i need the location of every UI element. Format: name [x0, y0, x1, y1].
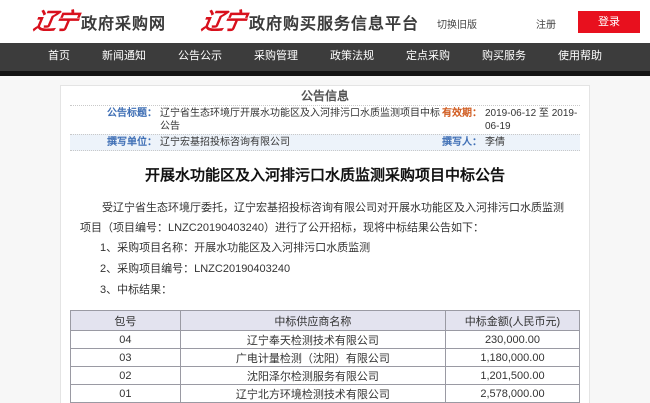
announcement-title-label: 公告标题： [107, 108, 157, 119]
liaoning-calligraphy-logo-icon: 辽宁 [31, 8, 79, 35]
table-row: 02 沈阳泽尔检测服务有限公司 1,201,500.00 [70, 366, 581, 385]
validity-label: 有效期： [442, 108, 482, 119]
package-number-cell: 04 [70, 330, 181, 349]
table-row: 01 辽宁北方环境检测技术有限公司 2,578,000.00 [70, 384, 581, 403]
main-nav: 首页 新闻通知 公告公示 采购管理 政策法规 定点采购 购买服务 使用帮助 [0, 43, 650, 76]
bid-amount-cell: 2,578,000.00 [444, 384, 581, 403]
nav-item-home[interactable]: 首页 [48, 47, 70, 63]
package-number-cell: 02 [70, 366, 181, 385]
liaoning-calligraphy-logo-icon: 辽宁 [199, 8, 247, 35]
site-logo-procurement[interactable]: 辽宁 政府采购网 [31, 8, 167, 35]
nav-item-purchase-services[interactable]: 购买服务 [482, 47, 526, 63]
supplier-name-cell: 辽宁北方环境检测技术有限公司 [179, 384, 446, 403]
info-row-title-validity: 公告标题： 辽宁省生态环境厅开展水功能区及入河排污口水质监测项目中标公告 有效期… [70, 105, 580, 134]
article-item-bid-result: 3、中标结果： [100, 284, 173, 296]
article-item-project-name: 1、采购项目名称：开展水功能区及入河排污口水质监测 [100, 242, 371, 254]
supplier-name-cell: 沈阳泽尔检测服务有限公司 [179, 366, 446, 385]
login-button[interactable]: 登录 [578, 11, 640, 33]
article-intro-paragraph: 受辽宁省生态环境厅委托，辽宁宏基招投标咨询有限公司对开展水功能区及入河排污口水质… [80, 202, 564, 234]
writer-label: 撰写人： [442, 137, 482, 148]
writer-value: 李倩 [485, 137, 505, 148]
nav-item-help[interactable]: 使用帮助 [558, 47, 602, 63]
package-number-cell: 03 [70, 348, 181, 367]
writing-unit-label: 撰写单位： [107, 137, 157, 148]
nav-item-designated-procurement[interactable]: 定点采购 [406, 47, 450, 63]
nav-item-policies[interactable]: 政策法规 [330, 47, 374, 63]
nav-item-news[interactable]: 新闻通知 [102, 47, 146, 63]
article-body: 受辽宁省生态环境厅委托，辽宁宏基招投标咨询有限公司对开展水功能区及入河排污口水质… [70, 198, 581, 403]
column-header-supplier: 中标供应商名称 [179, 310, 446, 331]
supplier-name-cell: 辽宁奉天检测技术有限公司 [179, 330, 446, 349]
register-link[interactable]: 注册 [536, 16, 556, 31]
nav-item-announcements[interactable]: 公告公示 [178, 47, 222, 63]
site-logo-text: 政府购买服务信息平台 [249, 15, 420, 33]
validity-value: 2019-06-12 至 2019-06-19 [485, 108, 578, 132]
announcement-title-value: 辽宁省生态环境厅开展水功能区及入河排污口水质监测项目中标公告 [160, 108, 440, 132]
package-number-cell: 01 [70, 384, 181, 403]
nav-item-procurement-mgmt[interactable]: 采购管理 [254, 47, 298, 63]
info-row-unit-writer: 撰写单位： 辽宁宏基招投标咨询有限公司 撰写人： 李倩 [70, 134, 580, 151]
table-row: 03 广电计量检测（沈阳）有限公司 1,180,000.00 [70, 348, 581, 367]
writing-unit-value: 辽宁宏基招投标咨询有限公司 [160, 137, 290, 148]
bid-amount-cell: 230,000.00 [444, 330, 581, 349]
bid-amount-cell: 1,201,500.00 [444, 366, 581, 385]
bid-result-table: 包号 中标供应商名称 中标金额(人民币元) 04 辽宁奉天检测技术有限公司 23… [70, 310, 581, 403]
announcement-panel: 公告信息 公告标题： 辽宁省生态环境厅开展水功能区及入河排污口水质监测项目中标公… [60, 85, 590, 403]
article-title: 开展水功能区及入河排污口水质监测采购项目中标公告 [144, 167, 505, 184]
switch-old-version-link[interactable]: 切换旧版 [437, 16, 477, 31]
column-header-package: 包号 [70, 310, 181, 331]
bid-amount-cell: 1,180,000.00 [444, 348, 581, 367]
supplier-name-cell: 广电计量检测（沈阳）有限公司 [179, 348, 446, 367]
article-item-project-number: 2、采购项目编号：LNZC20190403240 [100, 263, 291, 275]
info-section-title: 公告信息 [300, 89, 349, 103]
site-logo-text: 政府采购网 [81, 15, 167, 33]
table-header-row: 包号 中标供应商名称 中标金额(人民币元) [70, 310, 581, 331]
table-row: 04 辽宁奉天检测技术有限公司 230,000.00 [70, 330, 581, 349]
top-header: 辽宁 政府采购网 辽宁 政府购买服务信息平台 切换旧版 注册 登录 [0, 0, 650, 43]
site-logo-service-platform[interactable]: 辽宁 政府购买服务信息平台 [199, 8, 420, 35]
column-header-amount: 中标金额(人民币元) [444, 310, 581, 331]
